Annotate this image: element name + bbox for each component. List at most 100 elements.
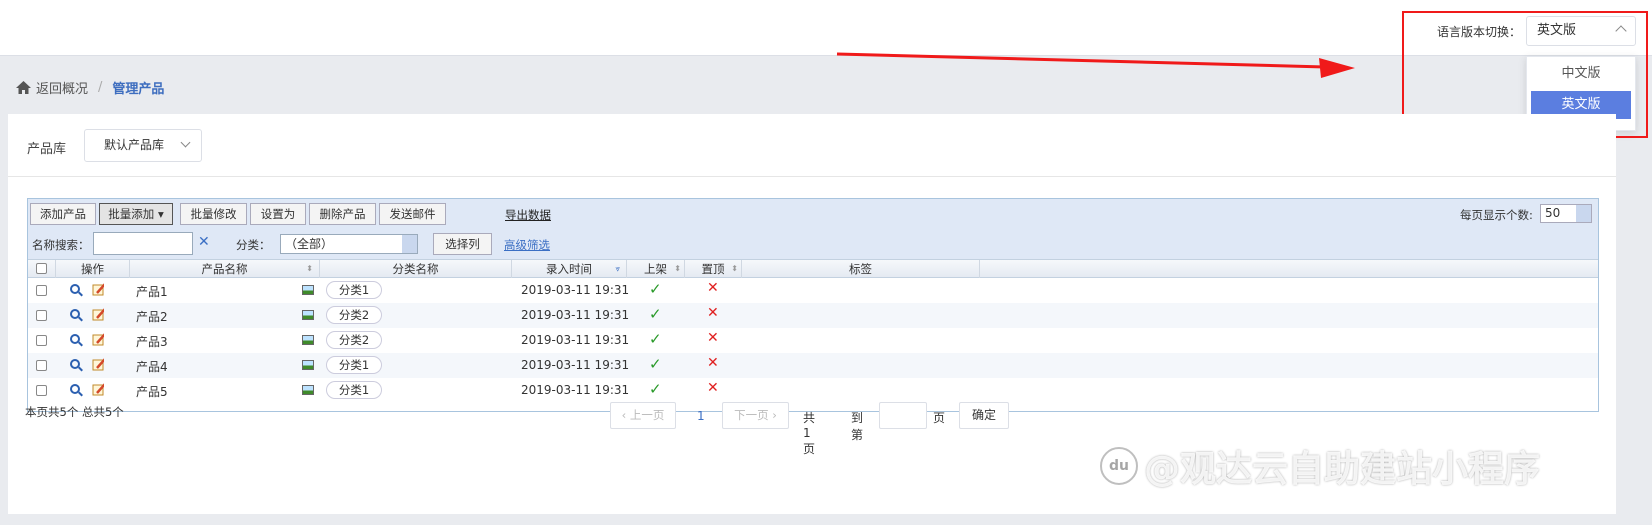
select-all-checkbox[interactable] (36, 263, 47, 274)
sort-icon: ⬍ (306, 264, 313, 273)
col-actions: 操作 (56, 260, 130, 278)
search-bar: 名称搜索： ✕ 分类： （全部） 选择列 高级筛选 (28, 229, 1598, 259)
send-mail-button[interactable]: 发送邮件 (379, 203, 446, 225)
col-category[interactable]: 分类名称 (320, 260, 512, 278)
page-unit-label: 页 (933, 411, 946, 425)
row-checkbox[interactable] (36, 310, 47, 321)
col-entry-time[interactable]: 录入时间 ⩔ (512, 260, 627, 278)
row-checkbox[interactable] (36, 285, 47, 296)
row-checkbox[interactable] (36, 385, 47, 396)
product-name: 产品3 (136, 335, 168, 349)
table-row[interactable]: 产品1 分类1 2019-03-11 19:31 ✓ ✕ (28, 278, 1598, 303)
prev-page-label: 上一页 (629, 408, 665, 422)
edit-icon[interactable] (92, 307, 104, 321)
category-pill: 分类2 (326, 331, 382, 349)
image-icon[interactable] (302, 385, 314, 395)
product-name: 产品4 (136, 360, 168, 374)
check-icon[interactable]: ✓ (649, 355, 662, 373)
product-name: 产品1 (136, 285, 168, 299)
library-select[interactable]: 默认产品库 (84, 129, 202, 162)
goto-page-input[interactable] (879, 402, 927, 429)
library-select-value: 默认产品库 (104, 138, 165, 152)
next-page-button[interactable]: 下一页 › (722, 402, 789, 429)
dropdown-arrow-icon (402, 235, 417, 253)
search-icon[interactable] (70, 309, 80, 319)
breadcrumb: 返回概况 / 管理产品 (16, 78, 164, 97)
table-row[interactable]: 产品4 分类1 2019-03-11 19:31 ✓ ✕ (28, 353, 1598, 378)
cross-icon[interactable]: ✕ (707, 380, 719, 396)
table-row[interactable]: 产品2 分类2 2019-03-11 19:31 ✓ ✕ (28, 303, 1598, 328)
sort-icon: ⬍ (731, 264, 738, 273)
check-icon[interactable]: ✓ (649, 380, 662, 398)
annotation-arrow (836, 52, 1355, 78)
name-search-label: 名称搜索： (32, 238, 90, 252)
entry-time: 2019-03-11 19:31 (521, 333, 630, 347)
home-icon (16, 81, 31, 94)
next-page-label: 下一页 (734, 408, 769, 422)
add-product-button[interactable]: 添加产品 (30, 203, 96, 225)
col-tags: 标签 (742, 260, 980, 278)
category-select[interactable]: （全部） (280, 234, 418, 254)
goto-label: 到第 (851, 411, 864, 442)
edit-icon[interactable] (92, 332, 104, 346)
cross-icon[interactable]: ✕ (707, 355, 719, 371)
col-top[interactable]: 置顶 ⬍ (685, 260, 742, 278)
delete-product-button[interactable]: 删除产品 (309, 203, 376, 225)
check-icon[interactable]: ✓ (649, 280, 662, 298)
cross-icon[interactable]: ✕ (707, 330, 719, 346)
col-entry-time-label: 录入时间 (546, 262, 592, 276)
image-icon[interactable] (302, 310, 314, 320)
cross-icon[interactable]: ✕ (707, 280, 719, 296)
entry-time: 2019-03-11 19:31 (521, 308, 630, 322)
per-page-select[interactable]: 50 (1540, 204, 1592, 223)
advanced-filter-link[interactable]: 高级筛选 (504, 237, 550, 253)
row-checkbox[interactable] (36, 335, 47, 346)
cross-icon[interactable]: ✕ (707, 305, 719, 321)
col-listed[interactable]: 上架 ⬍ (627, 260, 685, 278)
check-icon[interactable]: ✓ (649, 330, 662, 348)
col-product-name[interactable]: 产品名称 ⬍ (130, 260, 320, 278)
export-data-link[interactable]: 导出数据 (505, 207, 551, 223)
set-as-button[interactable]: 设置为 (250, 203, 306, 225)
name-search-input[interactable] (93, 232, 193, 255)
image-icon[interactable] (302, 335, 314, 345)
batch-add-button[interactable]: 批量添加 ▾ (99, 203, 173, 225)
library-label: 产品库 (27, 142, 67, 157)
category-pill: 分类1 (326, 381, 382, 399)
search-icon[interactable] (70, 359, 80, 369)
edit-icon[interactable] (92, 357, 104, 371)
confirm-button[interactable]: 确定 (959, 402, 1009, 429)
per-page-label: 每页显示个数: (1460, 208, 1533, 222)
image-icon[interactable] (302, 285, 314, 295)
category-select-value: （全部） (285, 237, 334, 251)
search-icon[interactable] (70, 334, 80, 344)
search-icon[interactable] (70, 384, 80, 394)
per-page-value: 50 (1545, 206, 1561, 220)
chevron-left-icon: ‹ (621, 408, 627, 422)
paw-logo-icon: du (1100, 447, 1138, 485)
edit-icon[interactable] (92, 382, 104, 396)
category-pill: 分类1 (326, 281, 382, 299)
edit-icon[interactable] (92, 282, 104, 296)
row-checkbox[interactable] (36, 360, 47, 371)
batch-edit-button[interactable]: 批量修改 (180, 203, 247, 225)
divider (8, 176, 1616, 177)
page-summary: 本页共5个 总共5个 (25, 405, 124, 419)
select-columns-button[interactable]: 选择列 (433, 233, 492, 255)
search-icon[interactable] (70, 284, 80, 294)
dropdown-arrow-icon (1576, 205, 1591, 222)
table-row[interactable]: 产品5 分类1 2019-03-11 19:31 ✓ ✕ (28, 378, 1598, 403)
product-name: 产品2 (136, 310, 168, 324)
col-top-label: 置顶 (701, 262, 725, 276)
image-icon[interactable] (302, 360, 314, 370)
sort-icon: ⬍ (674, 264, 681, 273)
current-page[interactable]: 1 (697, 409, 705, 423)
chevron-down-icon (180, 137, 191, 148)
table-row[interactable]: 产品3 分类2 2019-03-11 19:31 ✓ ✕ (28, 328, 1598, 353)
check-icon[interactable]: ✓ (649, 305, 662, 323)
header-select-all (28, 260, 56, 278)
breadcrumb-back[interactable]: 返回概况 (36, 78, 88, 97)
entry-time: 2019-03-11 19:31 (521, 383, 630, 397)
clear-icon[interactable]: ✕ (198, 234, 210, 250)
prev-page-button[interactable]: ‹ 上一页 (610, 402, 676, 429)
